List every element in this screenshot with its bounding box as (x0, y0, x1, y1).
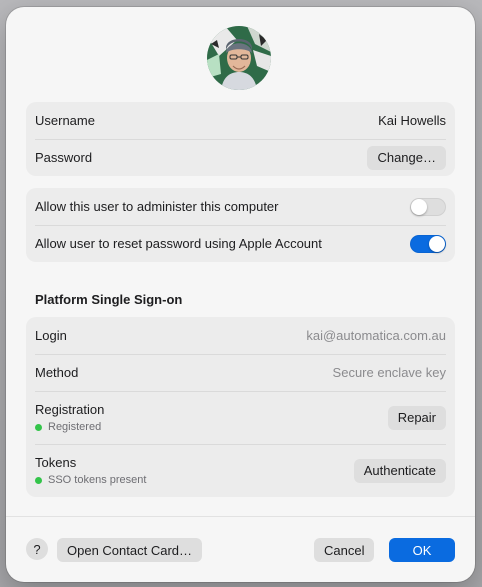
account-group: Username Kai Howells Password Change… (26, 102, 455, 176)
ok-button[interactable]: OK (389, 538, 455, 562)
reset-password-row: Allow user to reset password using Apple… (26, 225, 455, 262)
admin-row: Allow this user to administer this compu… (26, 188, 455, 225)
login-label: Login (35, 328, 67, 343)
open-contact-card-button[interactable]: Open Contact Card… (57, 538, 203, 562)
password-row: Password Change… (26, 139, 455, 176)
help-button[interactable]: ? (26, 538, 48, 560)
sso-group: Login kai@automatica.com.au Method Secur… (26, 317, 455, 497)
toggle-knob (411, 198, 427, 215)
toggle-knob (429, 235, 445, 252)
registration-status-text: Registered (48, 421, 102, 433)
login-row: Login kai@automatica.com.au (26, 317, 455, 354)
status-ok-icon (35, 423, 42, 431)
registration-status: Registered (35, 421, 104, 433)
username-value[interactable]: Kai Howells (378, 113, 446, 128)
permissions-group: Allow this user to administer this compu… (26, 188, 455, 262)
method-row: Method Secure enclave key (26, 354, 455, 391)
cancel-button[interactable]: Cancel (314, 538, 375, 562)
change-password-button[interactable]: Change… (367, 145, 446, 170)
password-label: Password (35, 150, 93, 165)
tokens-row: Tokens SSO tokens present Authenticate (26, 444, 455, 497)
method-value: Secure enclave key (332, 365, 446, 380)
tokens-status-text: SSO tokens present (48, 474, 147, 486)
user-avatar[interactable] (207, 26, 271, 90)
tokens-text: Tokens SSO tokens present (35, 455, 146, 486)
admin-toggle[interactable] (410, 197, 446, 216)
registration-label: Registration (35, 402, 105, 417)
registration-text: Registration Registered (35, 402, 104, 433)
reset-password-label: Allow user to reset password using Apple… (35, 236, 322, 251)
tokens-status: SSO tokens present (35, 474, 146, 486)
footer-divider (6, 516, 475, 517)
admin-label: Allow this user to administer this compu… (35, 199, 279, 214)
tokens-label: Tokens (35, 455, 77, 470)
user-details-sheet: Username Kai Howells Password Change… Al… (6, 7, 475, 582)
user-photo (207, 26, 271, 90)
username-row: Username Kai Howells (26, 102, 455, 139)
repair-button[interactable]: Repair (387, 405, 446, 430)
sso-section-title: Platform Single Sign-on (35, 292, 183, 307)
method-label: Method (35, 365, 79, 380)
status-ok-icon (35, 476, 42, 484)
reset-password-toggle[interactable] (410, 234, 446, 253)
authenticate-button[interactable]: Authenticate (353, 458, 446, 483)
registration-row: Registration Registered Repair (26, 391, 455, 444)
login-value: kai@automatica.com.au (306, 328, 446, 343)
username-label: Username (35, 113, 95, 128)
